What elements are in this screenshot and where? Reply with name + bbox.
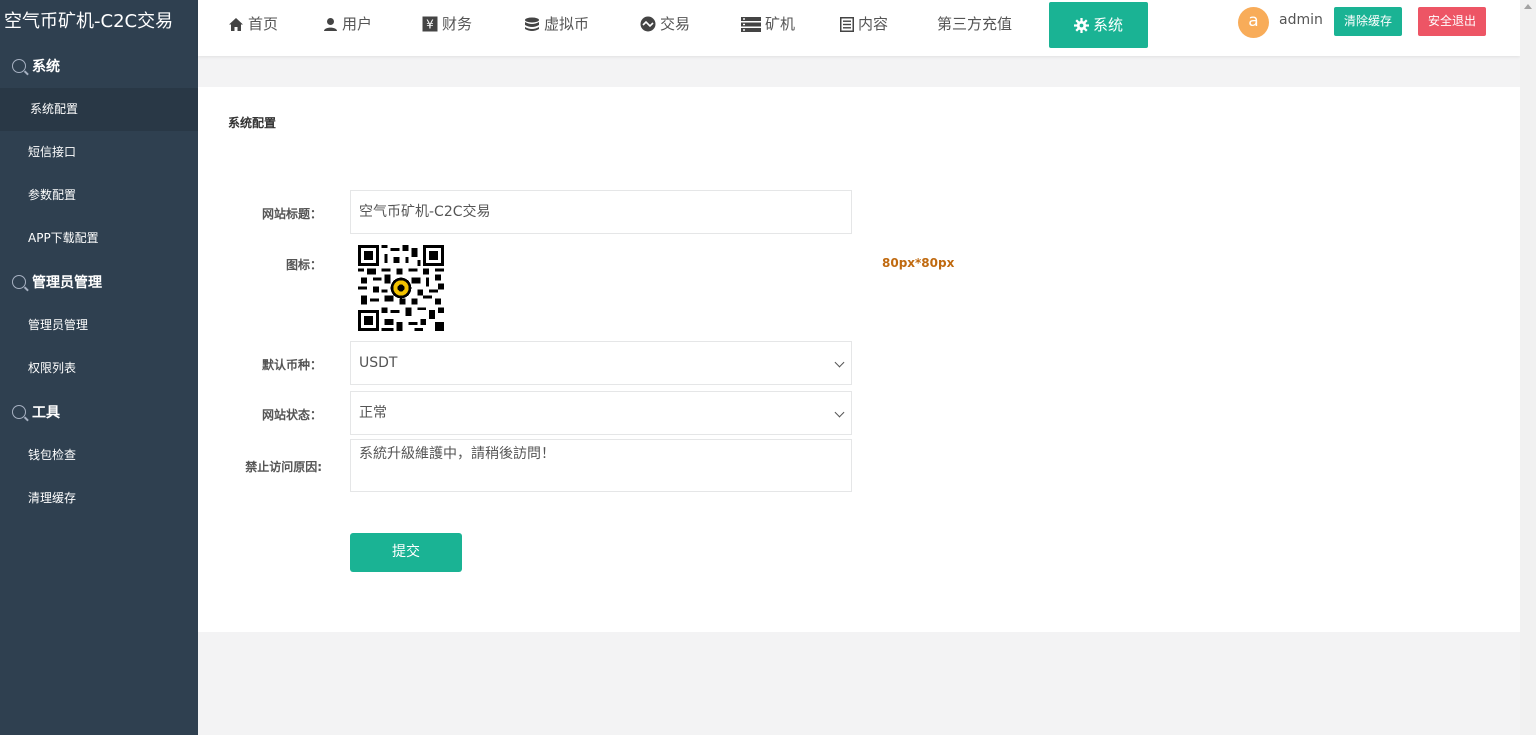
sidebar-item-sms-api[interactable]: 短信接口: [0, 131, 198, 174]
nav-third-party-recharge[interactable]: 第三方充值: [937, 0, 1012, 48]
chevron-down-icon: [834, 407, 845, 418]
config-panel: 系统配置 网站标题： 空气币矿机-C2C交易 图标： 80px*80px 默认币…: [198, 87, 1520, 632]
sidebar-group-label: 工具: [32, 405, 60, 421]
sidebar-group-label: 系统: [32, 59, 60, 75]
page-scrollbar[interactable]: [1520, 0, 1536, 735]
sidebar-item-wallet-check[interactable]: 钱包检查: [0, 434, 198, 477]
search-icon: [12, 59, 26, 73]
sidebar-item-clear-cache[interactable]: 清理缓存: [0, 477, 198, 520]
sidebar-item-app-download[interactable]: APP下载配置: [0, 217, 198, 260]
disabled-reason-textarea[interactable]: 系統升級維護中，請稍後訪問！: [350, 439, 852, 492]
nav-home[interactable]: 首页: [228, 0, 278, 48]
currency-label: 默认币种：: [261, 358, 322, 372]
exchange-icon: [640, 16, 656, 32]
site-status-value: 正常: [359, 405, 387, 421]
icon-label: 图标：: [285, 258, 322, 272]
page-title: 系统配置: [228, 116, 277, 130]
avatar[interactable]: a: [1238, 7, 1269, 38]
search-icon: [12, 405, 26, 419]
sidebar-group-label: 管理员管理: [32, 275, 102, 291]
database-icon: [525, 17, 539, 31]
app-logo: 空气币矿机-C2C交易: [4, 11, 174, 32]
logout-button[interactable]: 安全退出: [1418, 7, 1487, 36]
username[interactable]: admin: [1279, 12, 1323, 28]
nav-trade[interactable]: 交易: [640, 0, 690, 48]
top-navbar: 首页 用户 ¥ 财务 虚拟币 交易 矿机 内容 第三方充值 系统 a admin…: [198, 0, 1520, 56]
site-title-input[interactable]: 空气币矿机-C2C交易: [350, 190, 852, 234]
icon-size-hint: 80px*80px: [882, 256, 955, 270]
nav-crypto[interactable]: 虚拟币: [524, 0, 589, 48]
nav-user[interactable]: 用户: [323, 0, 372, 48]
status-label: 网站状态：: [261, 408, 322, 422]
sidebar-group-tools[interactable]: 工具: [0, 390, 198, 434]
home-icon: [229, 17, 243, 31]
sidebar-item-param-config[interactable]: 参数配置: [0, 174, 198, 217]
clear-cache-button[interactable]: 清除缓存: [1334, 7, 1403, 36]
svg-text:¥: ¥: [426, 18, 434, 32]
chevron-down-icon: [834, 357, 845, 368]
sidebar-group-system[interactable]: 系统: [0, 44, 198, 88]
search-icon: [12, 275, 26, 289]
list-icon: [840, 16, 854, 32]
site-status-select[interactable]: 正常: [350, 391, 852, 435]
nav-system[interactable]: 系统: [1049, 2, 1149, 48]
currency-select[interactable]: USDT: [350, 341, 852, 385]
gear-icon: [1074, 17, 1089, 33]
yen-icon: ¥: [422, 16, 438, 32]
site-title-label: 网站标题：: [261, 207, 322, 221]
sidebar-item-admin-manage[interactable]: 管理员管理: [0, 304, 198, 347]
nav-miner[interactable]: 矿机: [741, 0, 795, 48]
reason-label: 禁止访问原因:: [245, 460, 322, 474]
nav-finance[interactable]: ¥ 财务: [422, 0, 472, 48]
server-icon: [741, 16, 761, 32]
sidebar-group-admin[interactable]: 管理员管理: [0, 260, 198, 304]
sidebar: 空气币矿机-C2C交易 系统 系统配置 短信接口 参数配置 APP下载配置 管理…: [0, 0, 198, 735]
scroll-up-icon[interactable]: [1524, 4, 1532, 9]
submit-button[interactable]: 提交: [350, 533, 462, 572]
site-icon-qr-image[interactable]: [358, 245, 444, 331]
currency-select-value: USDT: [359, 355, 398, 371]
nav-content[interactable]: 内容: [840, 0, 888, 48]
sidebar-item-system-config[interactable]: 系统配置: [0, 88, 198, 131]
user-icon: [324, 17, 337, 31]
sidebar-item-permissions[interactable]: 权限列表: [0, 347, 198, 390]
